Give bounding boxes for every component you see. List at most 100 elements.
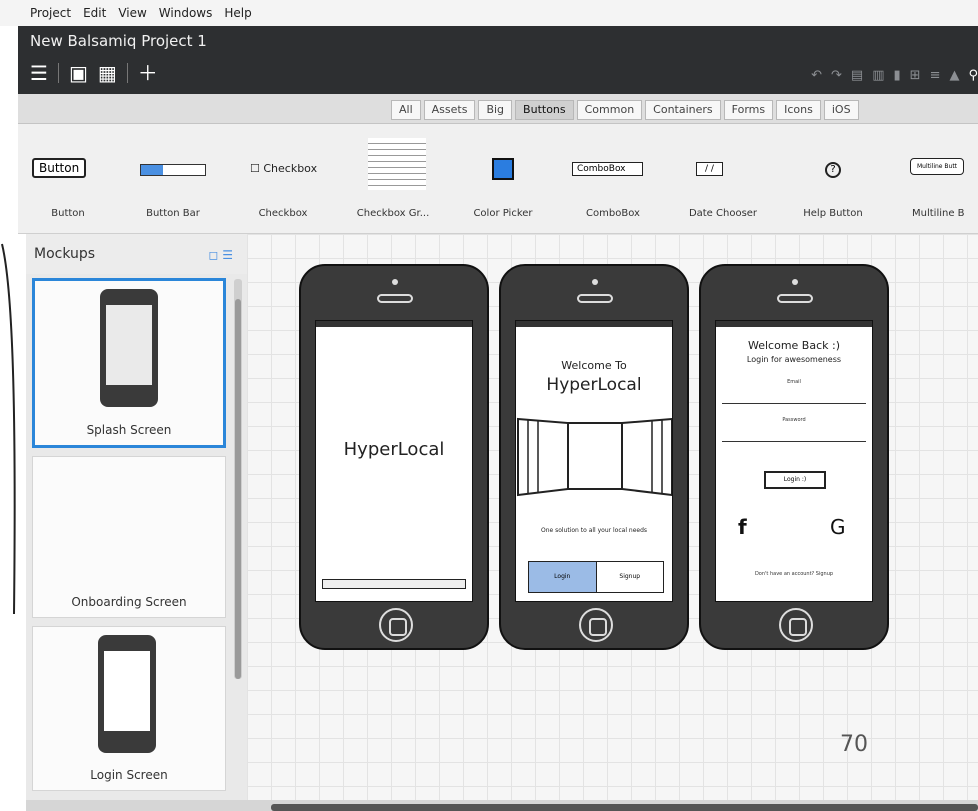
auth-button-bar: Login Signup	[528, 561, 664, 593]
component-combobox[interactable]: ComboBox ComboBox	[558, 124, 668, 234]
menu-view[interactable]: View	[118, 6, 146, 20]
filter-ios[interactable]: iOS	[823, 100, 859, 120]
horizontal-scrollbar[interactable]	[26, 800, 978, 811]
mockup-thumb-login[interactable]: Login Screen	[32, 626, 226, 791]
menu-bar: Project Edit View Windows Help	[0, 0, 978, 26]
align-icon[interactable]: ≡	[930, 68, 941, 83]
component-label: Help Button	[803, 208, 863, 219]
checkbox-preview: ☐ Checkbox	[250, 162, 318, 175]
phone-onboarding[interactable]: Welcome To HyperLocal One solution to al…	[499, 264, 689, 650]
copy-icon[interactable]: ▤	[851, 68, 863, 83]
delete-icon[interactable]: ▮	[894, 68, 901, 83]
component-label: Button	[51, 208, 85, 219]
component-multiline-button[interactable]: Multiline Butt Multiline B	[888, 124, 978, 234]
phone-screen: HyperLocal	[315, 320, 473, 602]
button-bar-preview	[140, 164, 206, 176]
undo-icon[interactable]: ↶	[811, 68, 822, 83]
phone-camera	[792, 279, 798, 285]
component-help-button[interactable]: ? Help Button	[778, 124, 888, 234]
signup-segment[interactable]: Signup	[596, 562, 663, 592]
google-icon[interactable]: G	[830, 515, 846, 539]
paste-icon[interactable]: ▥	[872, 68, 884, 83]
password-label: Password	[782, 417, 806, 423]
home-button	[379, 608, 413, 642]
panel-title: Mockups	[34, 246, 96, 262]
component-label: Color Picker	[473, 208, 533, 219]
filter-icons[interactable]: Icons	[776, 100, 821, 120]
filter-forms[interactable]: Forms	[723, 100, 774, 120]
status-bar	[716, 321, 872, 327]
progress-bar	[322, 579, 466, 589]
menu-project[interactable]: Project	[30, 6, 71, 20]
help-icon: ?	[825, 162, 841, 178]
phone-camera	[592, 279, 598, 285]
component-date-chooser[interactable]: / / Date Chooser	[668, 124, 778, 234]
carousel-illustration	[517, 417, 672, 497]
component-color-picker[interactable]: Color Picker	[448, 124, 558, 234]
phone-camera	[392, 279, 398, 285]
single-view-icon[interactable]: ▣	[69, 62, 88, 84]
checkbox-group-preview	[368, 138, 426, 190]
login-welcome: Welcome Back :)	[747, 339, 840, 352]
component-label: Multiline B	[912, 208, 965, 219]
welcome-line: Welcome To	[561, 359, 627, 372]
project-title: New Balsamiq Project 1	[30, 32, 207, 50]
home-button	[579, 608, 613, 642]
phone-login[interactable]: Welcome Back :) Login for awesomeness Em…	[699, 264, 889, 650]
phone-speaker	[577, 294, 613, 303]
redo-icon[interactable]: ↷	[831, 68, 842, 83]
email-field[interactable]	[722, 403, 866, 404]
panel-view-icons[interactable]: ◻ ☰	[208, 248, 233, 262]
add-icon[interactable]: ＋	[138, 62, 158, 84]
component-label: Checkbox Gr...	[356, 208, 430, 219]
mockup-thumb-onboarding[interactable]: Onboarding Screen	[32, 456, 226, 618]
mockup-label: Onboarding Screen	[71, 595, 187, 609]
component-button[interactable]: Button Button	[18, 124, 118, 234]
component-checkbox[interactable]: ☐ Checkbox Checkbox	[228, 124, 338, 234]
button-preview: Button	[32, 158, 87, 178]
component-label: ComboBox	[586, 208, 640, 219]
search-icon[interactable]: ⚲	[968, 68, 978, 83]
combobox-preview: ComboBox	[572, 162, 643, 176]
thumb-phone	[100, 289, 158, 407]
design-canvas[interactable]: HyperLocal Welcome To HyperLocal One sol…	[247, 234, 978, 811]
facebook-icon[interactable]: f	[738, 515, 747, 539]
login-button[interactable]: Login :)	[764, 471, 826, 489]
color-picker-preview	[492, 158, 514, 180]
menu-icon[interactable]: ☰	[30, 62, 48, 84]
filter-big[interactable]: Big	[478, 100, 513, 120]
panel-scrollbar[interactable]	[234, 279, 242, 679]
login-segment[interactable]: Login	[529, 562, 597, 592]
phone-screen: Welcome Back :) Login for awesomeness Em…	[715, 320, 873, 602]
filter-common[interactable]: Common	[576, 100, 643, 120]
filter-buttons[interactable]: Buttons	[515, 100, 574, 120]
title-bar: New Balsamiq Project 1 ☰ ▣ ▦ ＋ ↶ ↷ ▤ ▥ ▮…	[18, 26, 978, 94]
menu-edit[interactable]: Edit	[83, 6, 106, 20]
welcome-brand: HyperLocal	[546, 375, 642, 395]
group-icon[interactable]: ⊞	[910, 68, 921, 83]
menu-windows[interactable]: Windows	[159, 6, 213, 20]
background-sketch	[0, 234, 26, 811]
component-label: Checkbox	[258, 208, 308, 219]
lock-icon[interactable]: ▲	[949, 68, 959, 83]
filter-all[interactable]: All	[391, 100, 421, 120]
grid-view-icon[interactable]: ▦	[98, 62, 117, 84]
home-button	[779, 608, 813, 642]
library-filter-bar: All Assets Big Buttons Common Containers…	[18, 94, 978, 124]
component-checkbox-group[interactable]: Checkbox Gr...	[338, 124, 448, 234]
mockups-panel: Mockups ◻ ☰ Splash Screen Onboarding Scr…	[26, 234, 247, 811]
mockup-label: Login Screen	[90, 768, 168, 782]
multiline-preview: Multiline Butt	[910, 158, 965, 175]
menu-help[interactable]: Help	[224, 6, 251, 20]
password-field[interactable]	[722, 441, 866, 442]
separator	[126, 63, 128, 83]
mockup-thumb-splash[interactable]: Splash Screen	[32, 278, 226, 448]
filter-containers[interactable]: Containers	[645, 100, 721, 120]
splash-title: HyperLocal	[343, 439, 445, 460]
checkbox-preview-label: Checkbox	[263, 162, 318, 175]
phone-splash[interactable]: HyperLocal	[299, 264, 489, 650]
signup-link[interactable]: Don't have an account? Signup	[716, 571, 872, 577]
filter-assets[interactable]: Assets	[423, 100, 476, 120]
separator	[57, 63, 59, 83]
component-button-bar[interactable]: Button Bar	[118, 124, 228, 234]
